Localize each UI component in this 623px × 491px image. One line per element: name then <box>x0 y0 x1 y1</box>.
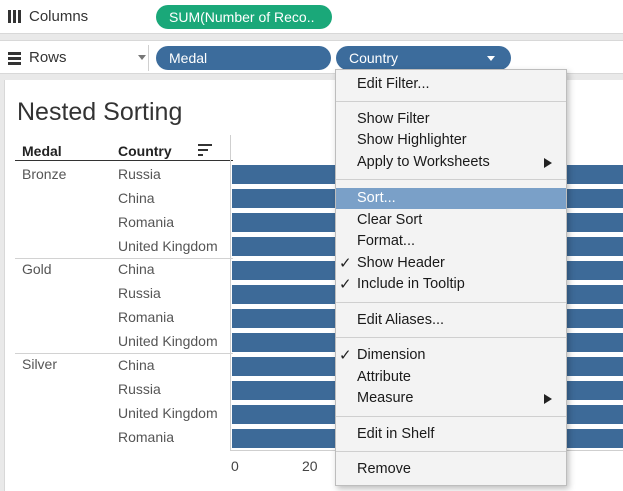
columns-shelf[interactable]: Columns SUM(Number of Reco.. <box>0 0 623 34</box>
menu-item-apply-to-worksheets[interactable]: Apply to Worksheets <box>336 152 566 173</box>
medal-pill[interactable]: Medal <box>156 46 331 70</box>
country-label[interactable]: Russia <box>118 166 161 182</box>
menu-item-attribute[interactable]: Attribute <box>336 367 566 388</box>
submenu-arrow-icon <box>544 158 552 168</box>
menu-item-label: Apply to Worksheets <box>357 154 490 170</box>
menu-item-remove[interactable]: Remove <box>336 459 566 480</box>
shelf-divider <box>148 45 149 71</box>
menu-item-label: Dimension <box>357 347 426 363</box>
country-label[interactable]: Romania <box>118 429 174 445</box>
country-label[interactable]: China <box>118 357 155 373</box>
medal-label-bronze[interactable]: Bronze <box>22 166 66 182</box>
sheet-title: Nested Sorting <box>17 98 183 126</box>
menu-item-sort[interactable]: Sort... <box>336 188 566 209</box>
menu-item-show-header[interactable]: ✓ Show Header <box>336 253 566 274</box>
header-divider <box>15 160 233 161</box>
menu-item-include-in-tooltip[interactable]: ✓ Include in Tooltip <box>336 274 566 295</box>
checkmark-icon: ✓ <box>339 276 352 293</box>
country-pill-context-menu: Edit Filter... Show Filter Show Highligh… <box>335 69 567 486</box>
sum-records-pill[interactable]: SUM(Number of Reco.. <box>156 5 332 29</box>
menu-item-edit-in-shelf[interactable]: Edit in Shelf <box>336 424 566 445</box>
menu-separator <box>336 416 566 417</box>
menu-item-clear-sort[interactable]: Clear Sort <box>336 210 566 231</box>
medal-label-gold[interactable]: Gold <box>22 261 52 277</box>
menu-item-label: Show Header <box>357 255 445 271</box>
menu-item-label: Include in Tooltip <box>357 276 465 292</box>
country-label[interactable]: Romania <box>118 214 174 230</box>
group-divider <box>15 353 233 354</box>
medal-column-header[interactable]: Medal <box>22 143 62 159</box>
x-axis-tick: 0 <box>231 458 239 474</box>
rows-shelf-dropdown-icon[interactable] <box>138 55 146 60</box>
menu-item-edit-filter[interactable]: Edit Filter... <box>336 74 566 95</box>
checkmark-icon: ✓ <box>339 255 352 272</box>
menu-item-format[interactable]: Format... <box>336 231 566 252</box>
country-pill-label: Country <box>349 50 399 66</box>
country-label[interactable]: Russia <box>118 285 161 301</box>
x-axis-tick: 20 <box>302 458 318 474</box>
group-divider <box>15 258 233 259</box>
pane-divider <box>230 135 231 450</box>
menu-item-label: Measure <box>357 390 414 406</box>
country-pill[interactable]: Country <box>336 46 511 70</box>
menu-item-dimension[interactable]: ✓ Dimension <box>336 345 566 366</box>
rows-icon <box>8 51 22 65</box>
country-label[interactable]: United Kingdom <box>118 405 218 421</box>
country-label[interactable]: Romania <box>118 309 174 325</box>
country-label[interactable]: Russia <box>118 381 161 397</box>
menu-item-show-filter[interactable]: Show Filter <box>336 109 566 130</box>
menu-item-show-highlighter[interactable]: Show Highlighter <box>336 130 566 151</box>
menu-item-edit-aliases[interactable]: Edit Aliases... <box>336 310 566 331</box>
rows-label-text: Rows <box>29 49 67 66</box>
menu-separator <box>336 101 566 102</box>
submenu-arrow-icon <box>544 394 552 404</box>
menu-separator <box>336 337 566 338</box>
country-column-header[interactable]: Country <box>118 143 172 159</box>
rows-shelf-label: Rows <box>8 49 67 66</box>
columns-label-text: Columns <box>29 8 89 25</box>
checkmark-icon: ✓ <box>339 347 352 364</box>
columns-shelf-label: Columns <box>8 8 88 25</box>
chevron-down-icon[interactable] <box>487 56 495 61</box>
menu-separator <box>336 179 566 180</box>
sort-icon[interactable] <box>198 144 212 156</box>
country-label[interactable]: China <box>118 190 155 206</box>
country-label[interactable]: China <box>118 261 155 277</box>
medal-label-silver[interactable]: Silver <box>22 356 57 372</box>
menu-separator <box>336 302 566 303</box>
columns-icon <box>8 9 22 24</box>
menu-item-measure[interactable]: Measure <box>336 388 566 409</box>
country-label[interactable]: United Kingdom <box>118 238 218 254</box>
country-label[interactable]: United Kingdom <box>118 333 218 349</box>
menu-separator <box>336 451 566 452</box>
